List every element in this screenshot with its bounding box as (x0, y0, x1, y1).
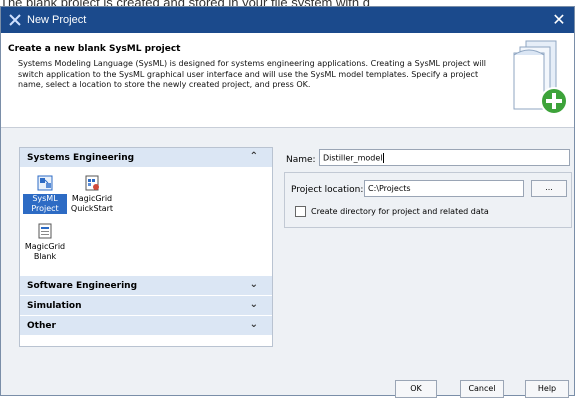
template-magicgrid-blank[interactable]: MagicGrid Blank (23, 222, 67, 262)
magicgrid-blank-icon (38, 223, 52, 239)
help-button[interactable]: Help (525, 380, 569, 398)
title-bar: New Project ✕ (1, 7, 574, 33)
create-directory-option[interactable]: Create directory for project and related… (295, 206, 489, 217)
template-sysml-project[interactable]: SysML Project (23, 174, 67, 214)
sysml-project-icon (37, 175, 53, 191)
chevron-down-icon[interactable]: ⌄ (250, 299, 258, 310)
project-name-input[interactable]: Distiller_model (319, 149, 570, 166)
app-icon (9, 14, 21, 26)
category-other[interactable]: Other ⌄ (20, 316, 272, 336)
category-systems-engineering[interactable]: Systems Engineering ⌃ (20, 148, 272, 168)
create-directory-checkbox[interactable] (295, 206, 306, 217)
dialog-title: New Project (27, 14, 87, 26)
header-description: Systems Modeling Language (SysML) is des… (18, 59, 487, 89)
template-category-panel: Systems Engineering ⌃ SysML Project Magi… (19, 147, 273, 347)
close-button[interactable]: ✕ (550, 11, 568, 29)
header-title: Create a new blank SysML project (8, 44, 181, 54)
create-directory-label: Create directory for project and related… (311, 207, 489, 216)
chevron-down-icon[interactable]: ⌄ (250, 319, 258, 330)
template-magicgrid-quickstart[interactable]: MagicGrid QuickStart (70, 174, 114, 214)
new-project-illustration-icon (513, 40, 568, 115)
category-software-engineering[interactable]: Software Engineering ⌄ (20, 276, 272, 296)
template-list: SysML Project MagicGrid QuickStart Magic… (20, 168, 272, 276)
category-simulation[interactable]: Simulation ⌄ (20, 296, 272, 316)
project-form: Name: Distiller_model Project location: … (284, 147, 572, 347)
chevron-down-icon[interactable]: ⌄ (250, 279, 258, 290)
cancel-button[interactable]: Cancel (460, 380, 504, 398)
dialog-header: Create a new blank SysML project Systems… (1, 33, 574, 128)
magicgrid-quickstart-icon (85, 175, 99, 191)
ok-button[interactable]: OK (395, 380, 437, 398)
new-project-dialog: New Project ✕ Create a new blank SysML p… (0, 6, 575, 398)
project-location-input[interactable]: C:\Projects (364, 180, 524, 197)
project-location-label: Project location: (291, 185, 364, 195)
location-group: Project location: C:\Projects ... Create… (284, 172, 572, 228)
chevron-up-icon[interactable]: ⌃ (250, 151, 258, 162)
name-label: Name: (286, 155, 316, 165)
browse-button[interactable]: ... (531, 180, 567, 197)
template-label: SysML Project (23, 194, 67, 214)
